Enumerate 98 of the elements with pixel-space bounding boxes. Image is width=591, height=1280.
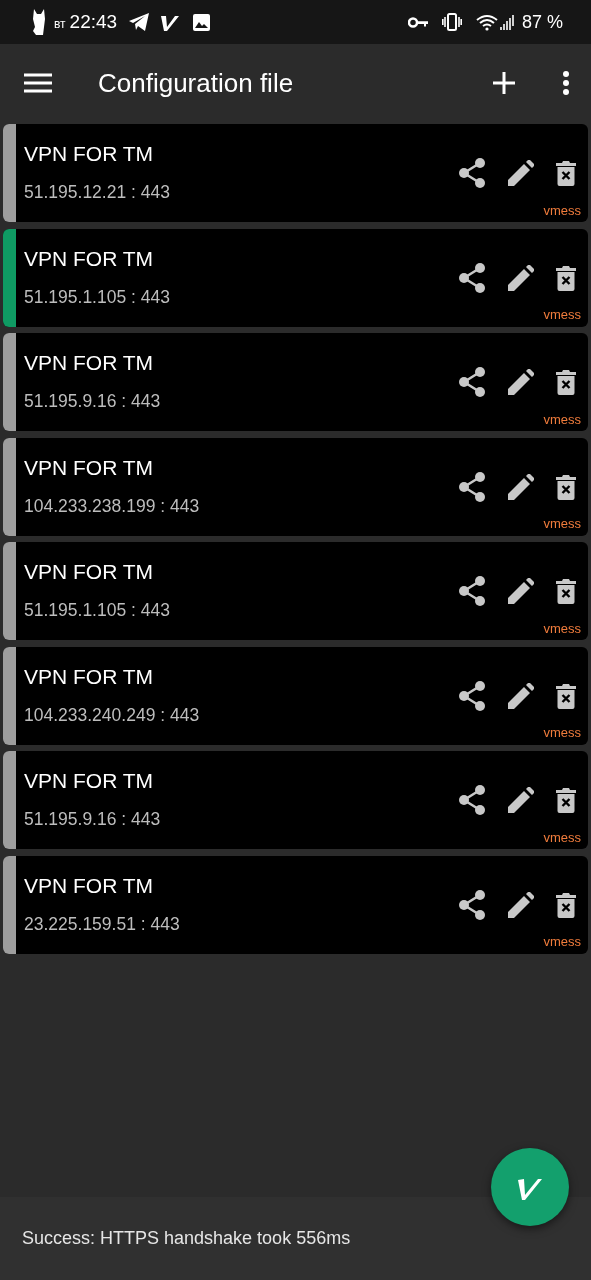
trash-icon [556,682,576,709]
server-address: 104.233.240.249 : 443 [24,703,201,727]
app-title: Configuration file [98,66,295,100]
server-card[interactable]: VPN FOR TM 51.195.12.21 : 443 vmess [3,124,588,222]
edit-button[interactable] [508,578,534,604]
server-name: VPN FOR TM [24,663,155,690]
server-card[interactable]: VPN FOR TM 23.225.159.51 : 443 vmess [3,855,588,954]
server-name: VPN FOR TM [24,350,155,376]
protocol-label: vmess [543,724,581,742]
trash-icon [556,160,576,186]
server-name: VPN FOR TM [24,454,155,481]
key-icon [407,16,428,28]
share-button[interactable] [458,471,486,502]
delete-button[interactable] [556,264,576,291]
plus-icon [493,72,515,94]
delete-button[interactable] [556,473,576,500]
share-button[interactable] [458,889,486,920]
delete-button[interactable] [556,787,576,813]
server-card[interactable]: VPN FOR TM 104.233.238.199 : 443 vmess [3,437,588,536]
pencil-icon [508,578,534,604]
delete-button[interactable] [556,578,576,604]
protocol-label: vmess [543,619,581,638]
protocol-label: vmess [543,306,581,324]
edit-button[interactable] [508,787,534,813]
server-address: 51.195.9.16 : 443 [24,808,162,831]
share-icon [458,262,486,293]
vibrate-icon [441,13,462,31]
share-button[interactable] [458,158,486,188]
edit-button[interactable] [508,891,534,918]
trash-icon [556,264,576,291]
server-card[interactable]: VPN FOR TM 51.195.9.16 : 443 vmess [3,333,588,431]
share-icon [458,367,486,397]
share-button[interactable] [458,680,486,711]
server-address: 51.195.1.105 : 443 [24,285,171,309]
protocol-label: vmess [543,933,581,951]
server-address: 51.195.1.105 : 443 [24,599,171,622]
server-card[interactable]: VPN FOR TM 104.233.240.249 : 443 vmess [3,646,588,745]
trash-icon [556,578,576,604]
image-icon [193,13,211,31]
server-name: VPN FOR TM [24,559,155,585]
delete-button[interactable] [556,160,576,186]
trash-icon [556,891,576,918]
protocol-label: vmess [543,201,581,220]
share-button[interactable] [458,262,486,293]
delete-button[interactable] [556,682,576,709]
pencil-icon [508,891,534,918]
wifi-icon [475,13,498,31]
pencil-icon [508,369,534,395]
battery-text: 87 % [521,10,563,34]
pencil-icon [508,473,534,500]
share-icon [458,889,486,920]
menu-button[interactable] [24,73,52,93]
server-name: VPN FOR TM [24,141,155,167]
protocol-label: vmess [543,828,581,847]
server-card[interactable]: VPN FOR TM 51.195.1.105 : 443 vmess [3,228,588,327]
share-button[interactable] [458,367,486,397]
paper-plane-icon [129,13,150,31]
share-icon [458,680,486,711]
server-address: 104.233.238.199 : 443 [24,494,201,518]
add-button[interactable] [493,72,515,94]
server-card[interactable]: VPN FOR TM 51.195.9.16 : 443 vmess [3,751,588,849]
server-address: 51.195.12.21 : 443 [24,181,171,204]
trash-icon [556,787,576,813]
trash-icon [556,369,576,395]
snackbar-message: Success: HTTPS handshake took 556ms [22,1227,351,1250]
server-name: VPN FOR TM [24,245,155,272]
share-icon [458,158,486,188]
trash-icon [556,473,576,500]
server-name: VPN FOR TM [24,872,155,899]
pencil-icon [508,264,534,291]
server-name: VPN FOR TM [24,768,155,794]
share-button[interactable] [458,785,486,815]
delete-button[interactable] [556,891,576,918]
pencil-icon [508,787,534,813]
edit-button[interactable] [508,682,534,709]
more-options-icon [563,71,569,95]
pencil-icon [508,682,534,709]
protocol-label: vmess [543,515,581,533]
server-address: 51.195.9.16 : 443 [24,390,162,413]
edit-button[interactable] [508,369,534,395]
pencil-icon [508,160,534,186]
menu-icon [24,73,52,93]
server-card[interactable]: VPN FOR TM 51.195.1.105 : 443 vmess [3,542,588,640]
share-icon [458,785,486,815]
clock-text: 22:43 [69,9,118,34]
more-options-button[interactable] [563,71,569,95]
v-logo-icon [161,13,180,31]
server-address: 23.225.159.51 : 443 [24,912,181,936]
signal-icon [499,13,514,31]
share-button[interactable] [458,576,486,606]
delete-button[interactable] [556,369,576,395]
share-icon [458,471,486,502]
share-icon [458,576,486,606]
edit-button[interactable] [508,160,534,186]
edit-button[interactable] [508,473,534,500]
edit-button[interactable] [508,264,534,291]
protocol-label: vmess [543,410,581,429]
day-label: вт [54,16,66,33]
